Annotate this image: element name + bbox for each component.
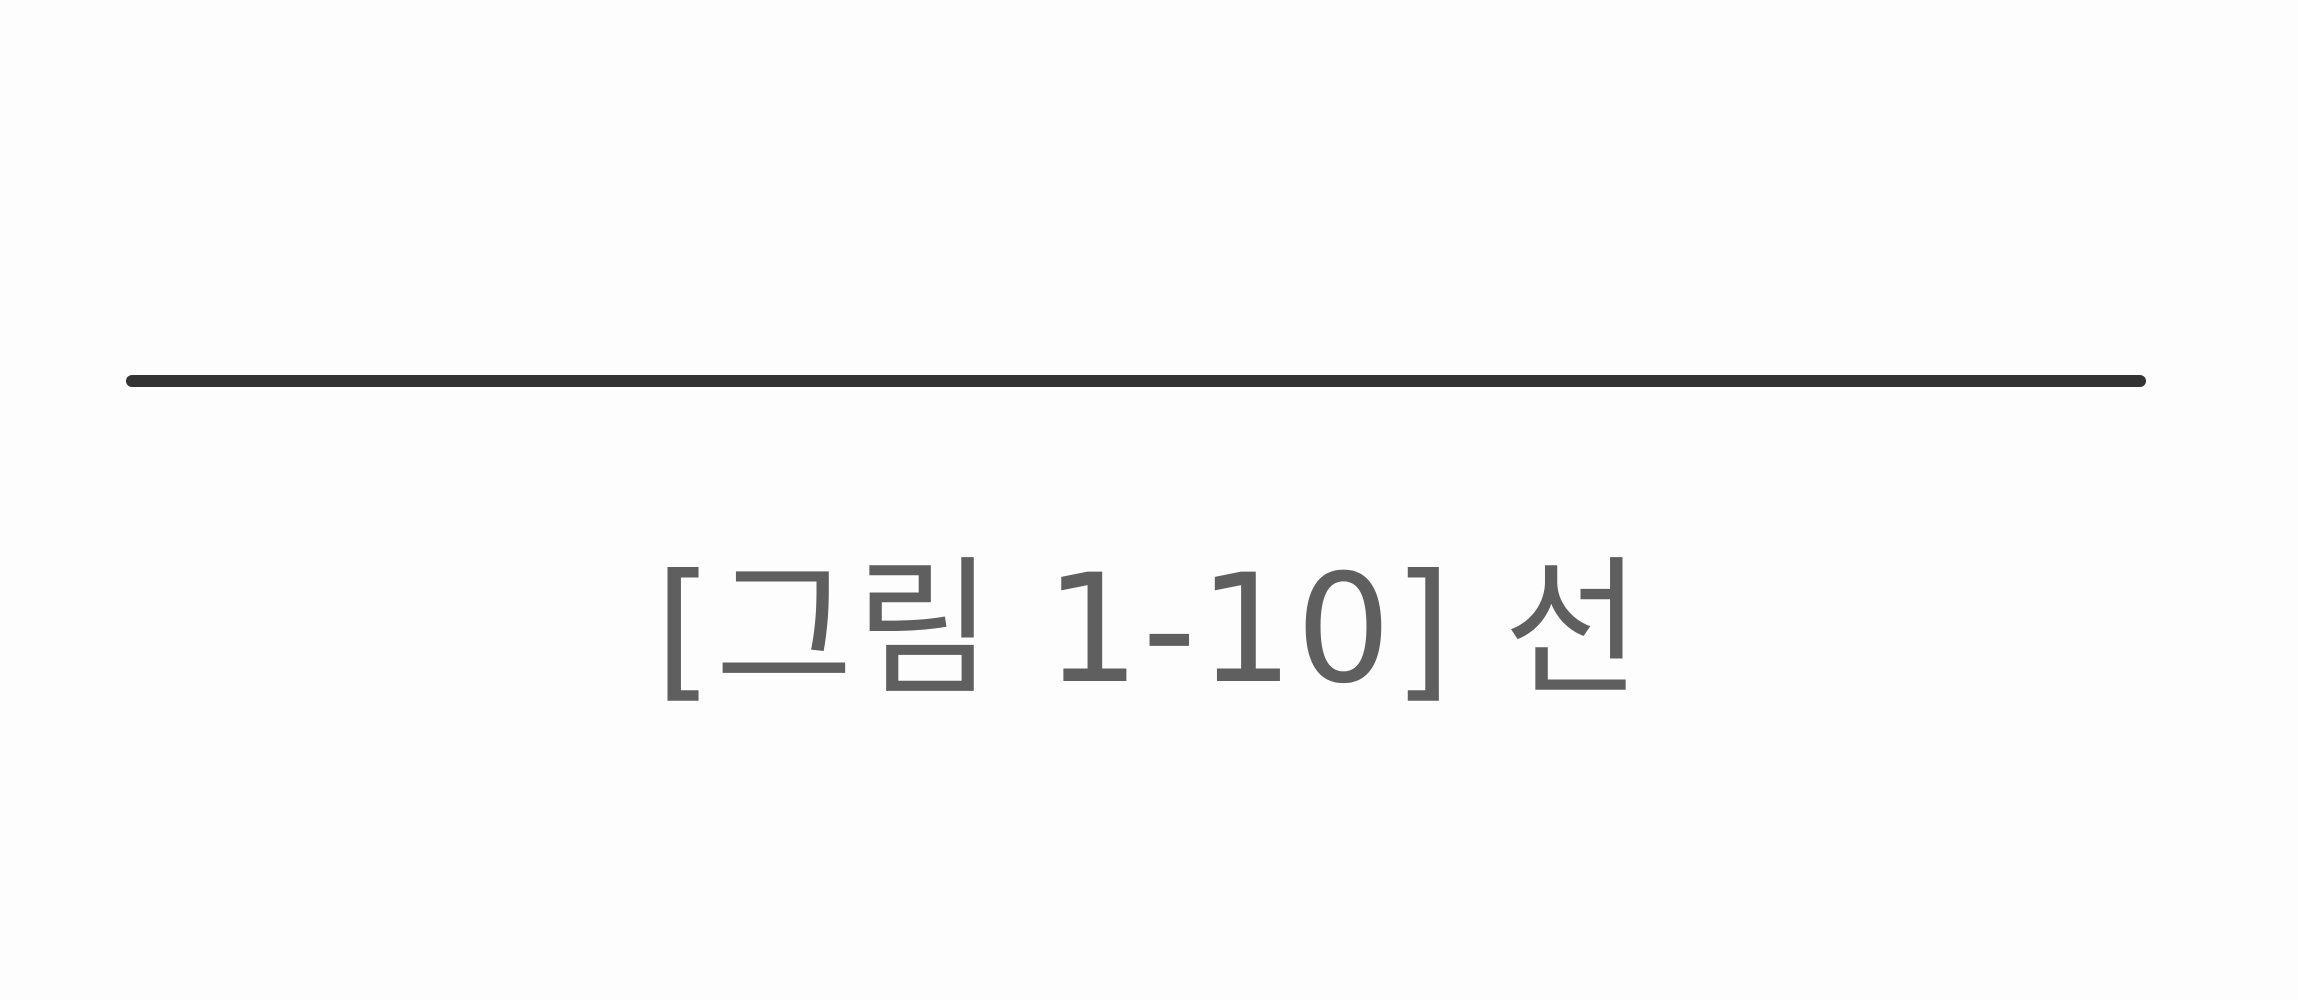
figure-canvas	[126, 375, 2146, 387]
figure: [그림 1-10] 선	[0, 0, 2298, 1000]
figure-caption: [그림 1-10] 선	[654, 543, 1644, 717]
